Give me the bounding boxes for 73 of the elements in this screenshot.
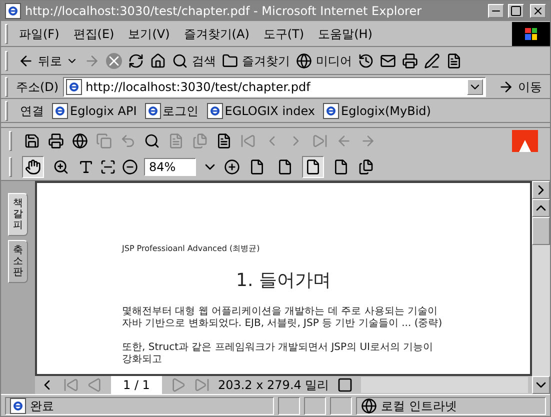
ie-page-icon xyxy=(206,102,223,118)
mail-icon[interactable] xyxy=(380,52,396,68)
ie-page-icon xyxy=(66,78,82,94)
address-label: 주소(D) xyxy=(16,78,59,96)
status-panel xyxy=(304,396,326,414)
home-icon[interactable] xyxy=(150,52,166,68)
ie-page-icon xyxy=(144,102,161,118)
ie-page-icon xyxy=(10,398,26,414)
arrow-icon xyxy=(498,78,514,94)
globe-icon xyxy=(296,52,312,68)
side-tab[interactable]: 축소판 xyxy=(8,240,28,283)
status-panel xyxy=(278,396,300,414)
menu-item[interactable]: 도움말(H) xyxy=(311,24,380,42)
refresh-icon[interactable] xyxy=(128,52,144,68)
windows-logo xyxy=(512,22,550,46)
menu-item[interactable]: 즐겨찾기(A) xyxy=(176,24,256,42)
window-title: http://localhost:3030/test/chapter.pdf - Microsoft Internet Explorer xyxy=(25,3,423,20)
hand-tool[interactable] xyxy=(22,156,44,178)
edit-icon[interactable] xyxy=(424,52,440,68)
minimize-button[interactable] xyxy=(488,4,504,18)
dropdown-icon xyxy=(467,78,483,94)
print-icon[interactable] xyxy=(402,52,418,68)
media-button[interactable]: 미디어 xyxy=(296,52,352,70)
link-item[interactable]: Eglogix(MyBid) xyxy=(323,102,431,120)
text-select-icon[interactable] xyxy=(78,159,94,175)
graphics-select-icon[interactable] xyxy=(100,159,116,175)
page-header: JSP Professioanl Advanced (최병균) xyxy=(122,243,261,255)
paragraph: 또한, Struct과 같은 프레임워크가 개발되면서 JSP의 UI로서의 기능이 강화되고 xyxy=(122,342,434,366)
single-page-icon[interactable] xyxy=(337,377,354,393)
links-label: 연결 xyxy=(20,102,44,120)
search-icon xyxy=(172,52,188,68)
zoom-out-icon[interactable] xyxy=(122,159,138,175)
side-tab[interactable]: 책갈피 xyxy=(8,193,28,236)
zoom-in-icon[interactable] xyxy=(224,159,240,175)
close-icon xyxy=(532,5,544,17)
link-item[interactable]: Eglogix API xyxy=(52,102,137,120)
stop-icon[interactable] xyxy=(106,52,122,68)
favorites-button[interactable]: 즐겨찾기 xyxy=(222,52,290,70)
adobe-logo xyxy=(512,130,538,152)
go-button[interactable]: 이동 xyxy=(498,78,542,96)
close-button[interactable] xyxy=(530,4,546,18)
menu-item[interactable]: 파일(F) xyxy=(12,24,66,42)
history-icon[interactable] xyxy=(358,52,374,68)
search-icon[interactable] xyxy=(144,133,160,149)
page-view-button[interactable] xyxy=(302,156,324,178)
print-icon[interactable] xyxy=(48,133,64,149)
menu-item[interactable]: 도구(T) xyxy=(256,24,312,42)
status-panel xyxy=(330,396,352,414)
link-item[interactable]: EGLOGIX index xyxy=(206,102,316,120)
menu-item[interactable]: 편집(E) xyxy=(66,24,122,42)
scrollbar-thumb[interactable] xyxy=(532,217,550,245)
back-button[interactable]: 뒤로 xyxy=(18,52,78,70)
horizontal-scrollbar[interactable] xyxy=(361,377,528,393)
page-size: 203.2 x 279.4 밀리 xyxy=(218,377,330,394)
address-field[interactable]: http://localhost:3030/test/chapter.pdf xyxy=(62,76,486,96)
back-icon xyxy=(18,52,34,68)
ie-page-icon xyxy=(52,102,68,118)
page-icon[interactable] xyxy=(216,133,232,149)
status-panel: 완료 xyxy=(5,396,274,414)
ie-page-icon xyxy=(5,3,21,19)
chapter-heading: 1. 들어가며 xyxy=(235,269,332,293)
paragraph: 몇해전부터 대형 웹 어플리케이션을 개발하는 데 주로 사용되는 기술이 자바 기반으로 변화되었다. EJB, 서블릿, JSP 등 기반 기술들이 ... (중략) xyxy=(122,306,444,330)
zone-panel: 로컬 인트라넷 xyxy=(356,396,546,414)
search-button[interactable]: 검색 xyxy=(172,52,216,70)
zoom-field[interactable]: 84% xyxy=(144,158,196,176)
ie-page-icon xyxy=(323,102,340,118)
maximize-button[interactable] xyxy=(508,4,524,18)
maximize-icon xyxy=(510,5,522,17)
menu-item[interactable]: 보기(V) xyxy=(121,24,177,42)
save-icon[interactable] xyxy=(24,133,40,149)
page-number-field[interactable]: 1 / 1 xyxy=(111,376,162,394)
link-item[interactable]: 로그인 xyxy=(144,102,199,120)
folder-icon xyxy=(222,52,238,68)
